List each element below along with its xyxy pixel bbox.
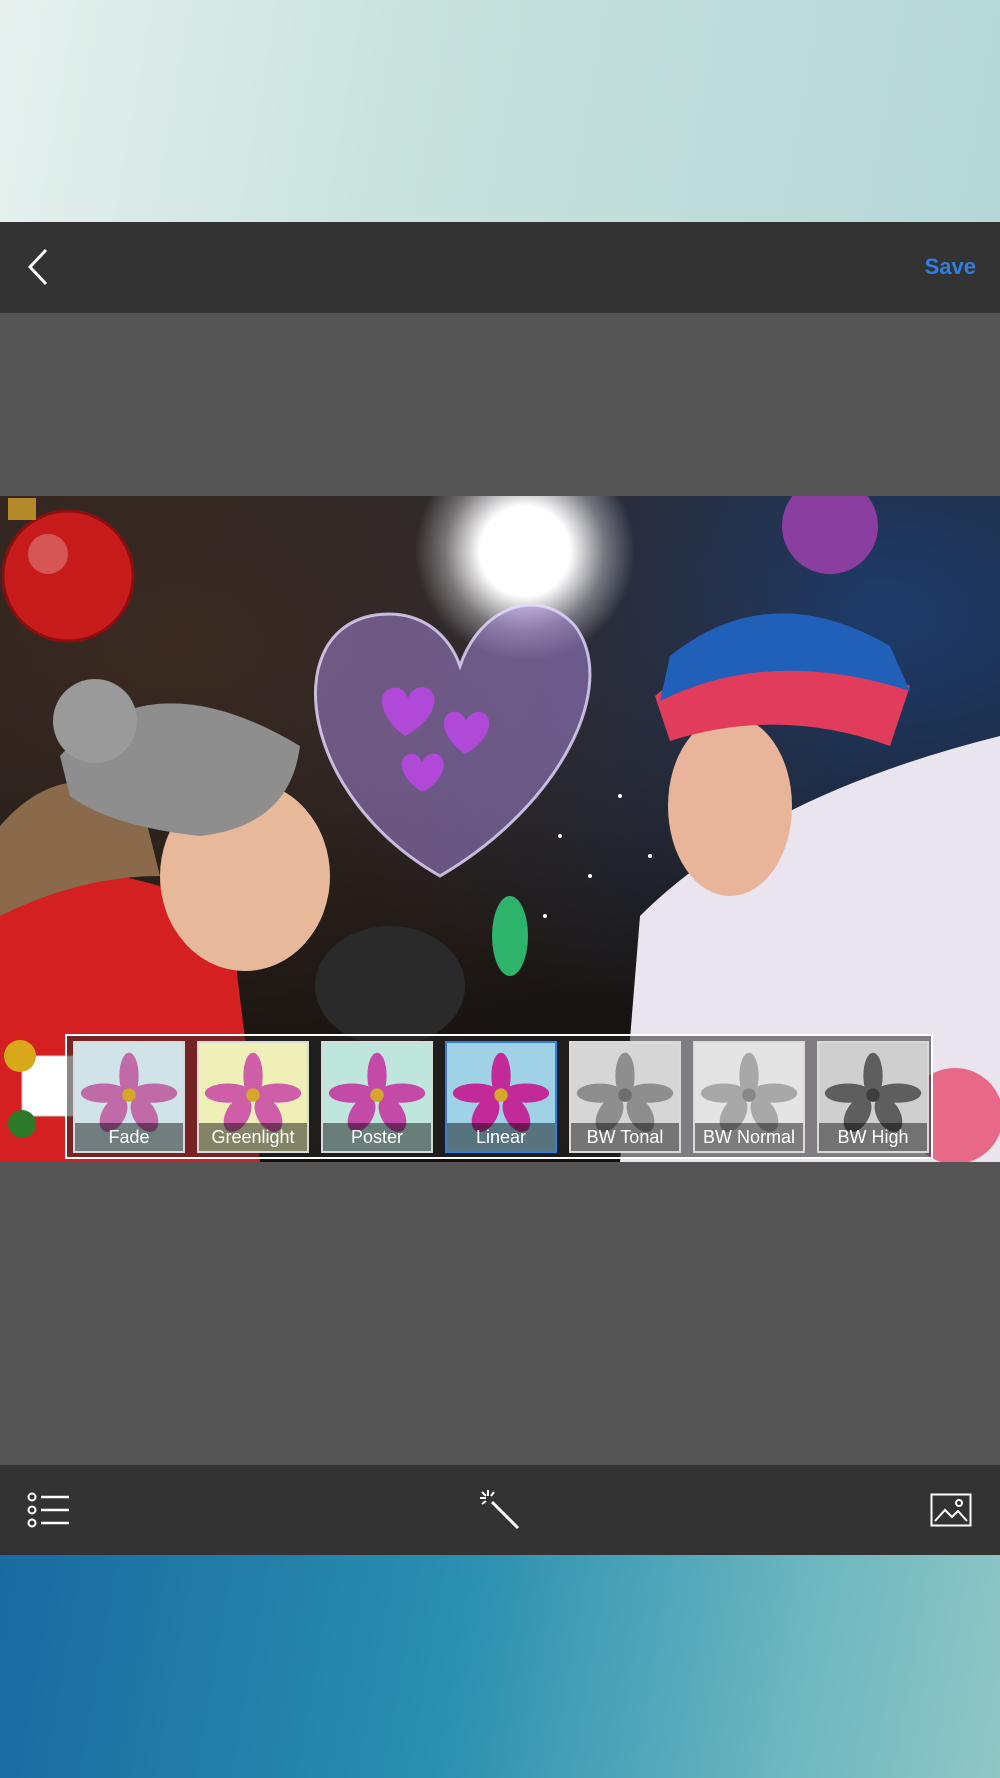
gallery-button[interactable] [926,1485,976,1535]
filter-label: Poster [323,1122,431,1151]
bottom-background [0,1555,1000,1778]
image-icon [930,1493,972,1527]
chevron-left-icon [27,248,48,286]
bottom-toolbar [0,1465,1000,1555]
filter-bw-tonal[interactable]: BW Tonal [569,1040,681,1153]
filter-label: BW High [819,1122,927,1151]
filter-greenlight[interactable]: Greenlight [197,1040,309,1153]
back-button[interactable] [14,242,64,292]
magic-wand-button[interactable] [475,1485,525,1535]
filter-poster[interactable]: Poster [321,1040,433,1153]
filter-label: Fade [75,1122,183,1151]
filter-label: Greenlight [199,1122,307,1151]
filter-bw-high[interactable]: BW High [817,1040,929,1153]
save-button[interactable]: Save [925,246,976,288]
top-toolbar: Save [0,222,1000,313]
filter-fade[interactable]: Fade [73,1040,185,1153]
filter-bw-normal[interactable]: BW Normal [693,1040,805,1153]
list-icon [27,1492,69,1528]
filter-linear[interactable]: Linear [445,1040,557,1153]
editor-canvas: Fade Greenlight Poster Linear BW Tonal B… [0,313,1000,1465]
filter-strip[interactable]: Fade Greenlight Poster Linear BW Tonal B… [65,1034,933,1159]
top-background [0,0,1000,222]
filter-label: BW Tonal [571,1122,679,1151]
filter-label: Linear [447,1122,555,1151]
filter-label: BW Normal [695,1122,803,1151]
list-button[interactable] [24,1485,74,1535]
magic-wand-icon [480,1490,520,1530]
